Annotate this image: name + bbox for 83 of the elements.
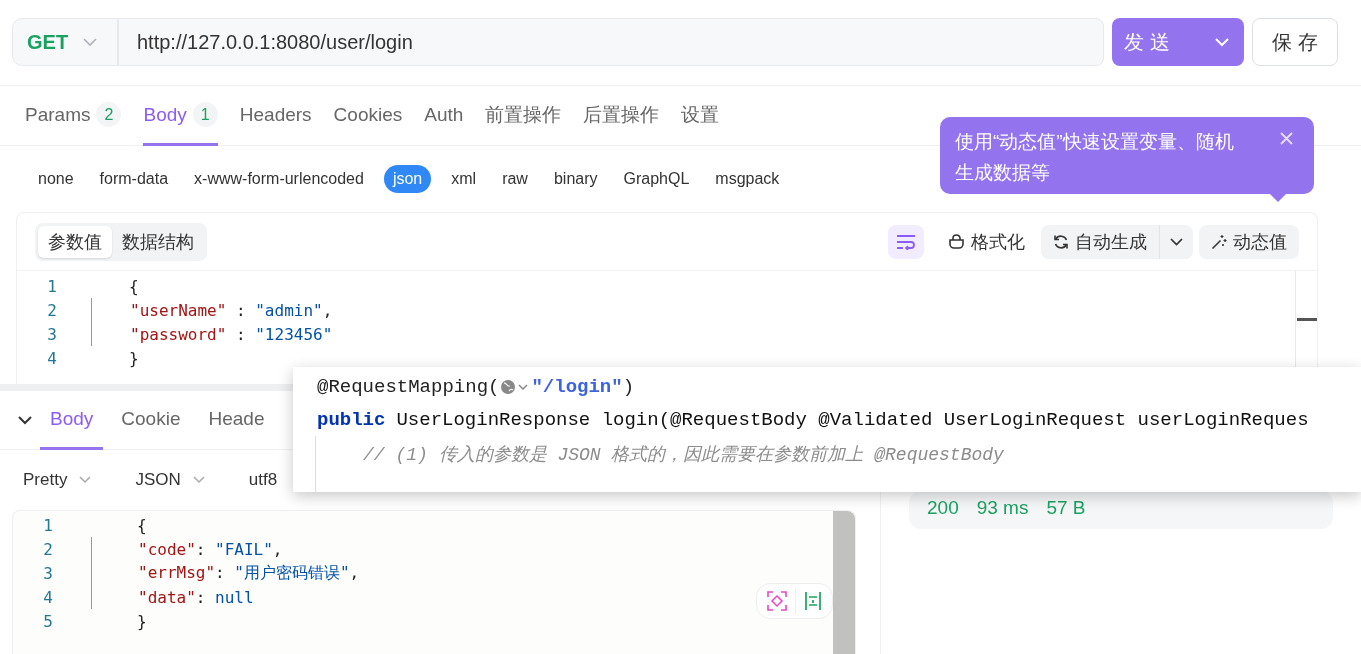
focus-icon[interactable] xyxy=(767,591,787,611)
path-string: "/login" xyxy=(531,375,623,398)
chevron-down-icon[interactable] xyxy=(18,415,32,425)
method-signature: UserLoginResponse login(@RequestBody @Validated UserLoginRequest userLoginReques xyxy=(396,408,1309,431)
word-wrap-button[interactable] xyxy=(888,224,924,259)
response-tab[interactable]: Heade xyxy=(198,391,275,450)
code-line: "code": "FAIL", xyxy=(138,539,283,559)
chevron-down-icon xyxy=(83,37,97,47)
line-number: 1 xyxy=(46,276,58,296)
tab-label: Headers xyxy=(239,103,312,126)
chevron-down-icon xyxy=(79,476,92,484)
status-code: 200 xyxy=(927,497,959,519)
refresh-icon xyxy=(1053,233,1069,250)
annotation: @RequestMapping( xyxy=(317,375,500,398)
line-number: 3 xyxy=(42,563,53,583)
body-type-option[interactable]: none xyxy=(38,165,74,193)
code-line: } xyxy=(137,611,147,631)
body-type-option[interactable]: xml xyxy=(451,165,477,193)
format-select[interactable]: Pretty xyxy=(23,470,92,490)
tab-label: Params xyxy=(25,103,91,126)
request-tab[interactable]: 前置操作 xyxy=(485,86,562,146)
chevron-down-icon xyxy=(1215,37,1229,47)
body-type-option[interactable]: form-data xyxy=(99,165,169,193)
body-type-option[interactable]: binary xyxy=(553,165,598,193)
request-tab[interactable]: Headers xyxy=(239,86,312,146)
code-line: "data": null xyxy=(138,587,254,607)
body-type-option[interactable]: msgpack xyxy=(715,165,780,193)
chevron-down-icon xyxy=(1170,238,1183,246)
response-tab[interactable]: Body xyxy=(40,391,104,450)
annotation-end: ) xyxy=(622,375,635,398)
request-tab[interactable]: 后置操作 xyxy=(583,86,660,146)
keyword: public xyxy=(317,408,386,431)
view-toggle-option[interactable]: 参数值 xyxy=(38,225,112,258)
response-size: 57 B xyxy=(1046,497,1086,519)
request-tab[interactable]: Body 1 xyxy=(143,86,218,146)
code-line: "password" : "123456" xyxy=(130,324,333,344)
line-number: 2 xyxy=(42,539,53,559)
line-number: 1 xyxy=(42,515,53,535)
wrap-icon xyxy=(896,233,916,250)
encoding-label[interactable]: utf8 xyxy=(248,470,278,490)
line-number: 4 xyxy=(42,587,53,607)
code-comment: // (1) 传入的参数是 JSON 格式的，因此需要在参数前加上 @RequestBody xyxy=(363,444,1004,466)
save-button[interactable]: 保 存 xyxy=(1252,18,1338,66)
request-tab[interactable]: 设置 xyxy=(681,86,720,146)
url-field[interactable]: http://127.0.0.1:8080/user/login xyxy=(118,18,1104,66)
count-badge: 1 xyxy=(192,102,218,127)
line-number: 3 xyxy=(46,324,58,344)
view-toggle-option[interactable]: 数据结构 xyxy=(112,225,204,258)
response-tab[interactable]: Cookie xyxy=(111,391,191,450)
magic-wand-icon xyxy=(1211,233,1227,250)
request-tab[interactable]: Cookies xyxy=(333,86,403,146)
code-line: "errMsg": "用户密码错误", xyxy=(138,562,360,584)
chevron-down-icon xyxy=(192,476,205,484)
scrollbar[interactable] xyxy=(833,511,855,654)
body-type-option[interactable]: json xyxy=(383,165,432,193)
tab-label: 前置操作 xyxy=(485,102,562,127)
tooltip-text: 使用“动态值”快速设置变量、随机生成数据等 xyxy=(955,131,1234,183)
request-tab[interactable]: Params 2 xyxy=(25,86,122,146)
code-line: "userName" : "admin", xyxy=(130,300,333,320)
body-type-option[interactable]: GraphQL xyxy=(623,165,690,193)
basket-icon xyxy=(948,234,965,249)
code-line: } xyxy=(129,348,139,368)
tab-label: 设置 xyxy=(681,102,720,127)
format-button[interactable]: 格式化 xyxy=(942,229,1031,254)
globe-icon[interactable] xyxy=(500,378,531,395)
tab-label: Auth xyxy=(424,103,464,126)
dynamic-value-button[interactable]: 动态值 xyxy=(1199,224,1299,259)
code-line: { xyxy=(129,276,139,296)
align-icon[interactable] xyxy=(804,591,822,611)
tab-label: Body xyxy=(143,103,187,126)
response-time: 93 ms xyxy=(976,497,1029,519)
body-type-option[interactable]: x-www-form-urlencoded xyxy=(194,165,364,193)
tab-label: Cookies xyxy=(333,103,403,126)
request-tab[interactable]: Auth xyxy=(424,86,464,146)
count-badge: 2 xyxy=(96,102,122,127)
line-number: 2 xyxy=(46,300,58,320)
body-type-option[interactable]: raw xyxy=(502,165,528,193)
code-line: { xyxy=(137,515,147,535)
line-number: 4 xyxy=(46,348,58,368)
line-number: 5 xyxy=(42,611,53,631)
tab-label: 后置操作 xyxy=(583,102,660,127)
format-select[interactable]: JSON xyxy=(135,470,205,490)
close-icon[interactable] xyxy=(1280,132,1293,145)
